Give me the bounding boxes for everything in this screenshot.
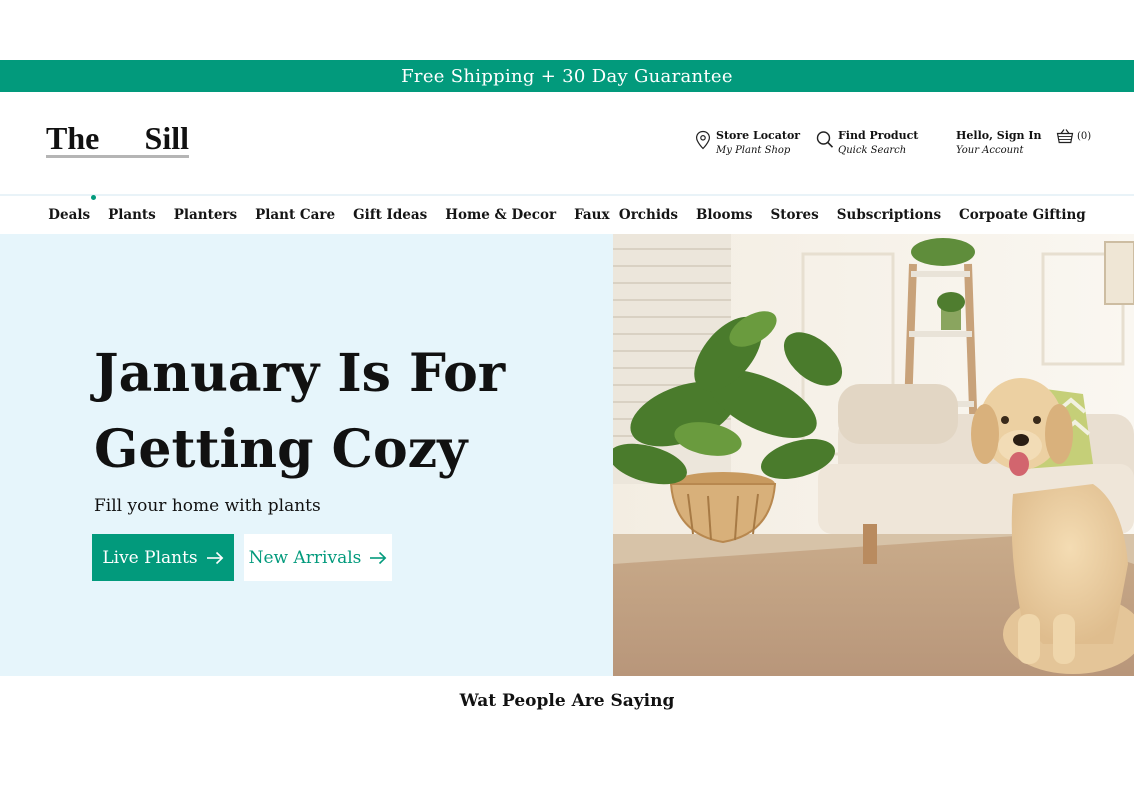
hero-photo xyxy=(613,234,1134,676)
account-title: Hello, Sign In xyxy=(956,129,1042,142)
nav-item-planters[interactable]: Planters xyxy=(174,207,237,223)
nav-indicator-dot xyxy=(91,195,97,200)
announcement-bar: Free Shipping + 30 Day Guarantee xyxy=(0,60,1134,92)
nav-item-plants[interactable]: Plants xyxy=(108,207,156,223)
nav-item-faux-orchids[interactable]: Faux Orchids xyxy=(574,207,678,223)
nav-item-gift-ideas[interactable]: Gift Ideas xyxy=(353,207,427,223)
hero-title-line-1: January Is For xyxy=(94,343,506,404)
live-plants-button-label: Live Plants xyxy=(102,547,198,568)
nav-item-home-decor[interactable]: Home & Decor xyxy=(445,207,556,223)
store-locator-title: Store Locator xyxy=(716,129,801,142)
nav-item-stores[interactable]: Stores xyxy=(770,207,818,223)
nav-item-label: Blooms xyxy=(696,207,753,223)
map-pin-icon xyxy=(695,130,711,150)
hero-banner: January Is For Getting Cozy Fill your ho… xyxy=(0,234,1134,676)
nav-item-label: Deals xyxy=(48,207,91,223)
nav-item-label: Stores xyxy=(770,207,819,223)
site-header: The Sill Store Locator My Plant Shop Fin… xyxy=(0,92,1134,194)
logo-word-the: The xyxy=(46,120,100,156)
store-locator-subtitle: My Plant Shop xyxy=(716,145,791,156)
basket-icon xyxy=(1056,129,1074,144)
new-arrivals-button-label: New Arrivals xyxy=(248,547,362,568)
nav-item-label: Plants xyxy=(108,207,156,223)
nav-item-corporate-gifting[interactable]: Corpoate Gifting xyxy=(959,207,1086,223)
nav-item-deals[interactable]: Deals xyxy=(48,195,97,223)
arrow-right-icon xyxy=(370,551,387,564)
cart-link[interactable]: (0) xyxy=(1056,128,1091,144)
announcement-text: Free Shipping + 30 Day Guarantee xyxy=(401,65,733,87)
site-logo[interactable]: The Sill xyxy=(46,120,189,158)
hero-title: January Is For Getting Cozy xyxy=(94,336,554,488)
nav-item-label: Gift Ideas xyxy=(353,207,428,223)
nav-item-plant-care[interactable]: Plant Care xyxy=(255,207,335,223)
cart-count: (0) xyxy=(1077,130,1092,142)
search-icon xyxy=(816,131,834,148)
store-locator-link[interactable]: Store Locator My Plant Shop xyxy=(694,128,800,158)
account-subtitle: Your Account xyxy=(956,145,1024,156)
nav-item-label: Home & Decor xyxy=(445,207,557,223)
nav-item-subscriptions[interactable]: Subscriptions xyxy=(837,207,941,223)
hero-subtitle: Fill your home with plants xyxy=(94,496,321,516)
find-product-subtitle: Quick Search xyxy=(838,145,907,156)
nav-item-label: Subscriptions xyxy=(836,207,942,223)
new-arrivals-button[interactable]: New Arrivals xyxy=(244,534,392,581)
arrow-right-icon xyxy=(206,551,224,564)
hero-text-panel: January Is For Getting Cozy Fill your ho… xyxy=(0,234,613,676)
find-product-title: Find Product xyxy=(838,129,919,142)
testimonials-heading: Wat People Are Saying xyxy=(459,691,675,711)
find-product-link[interactable]: Find Product Quick Search xyxy=(816,128,918,158)
live-plants-button[interactable]: Live Plants xyxy=(92,534,234,581)
logo-word-sill: Sill xyxy=(144,120,189,156)
hero-title-line-2: Getting Cozy xyxy=(94,419,468,480)
living-room-dog-image xyxy=(613,234,1134,676)
nav-item-label: Plant Care xyxy=(255,207,336,223)
account-link[interactable]: Hello, Sign In Your Account xyxy=(956,128,1042,158)
nav-item-label: Faux Orchids xyxy=(574,207,679,223)
nav-item-label: Corpoate Gifting xyxy=(959,207,1086,223)
main-nav: Deals Plants Planters Plant Care Gift Id… xyxy=(0,194,1134,234)
nav-item-label: Planters xyxy=(173,207,238,223)
nav-item-blooms[interactable]: Blooms xyxy=(696,207,752,223)
